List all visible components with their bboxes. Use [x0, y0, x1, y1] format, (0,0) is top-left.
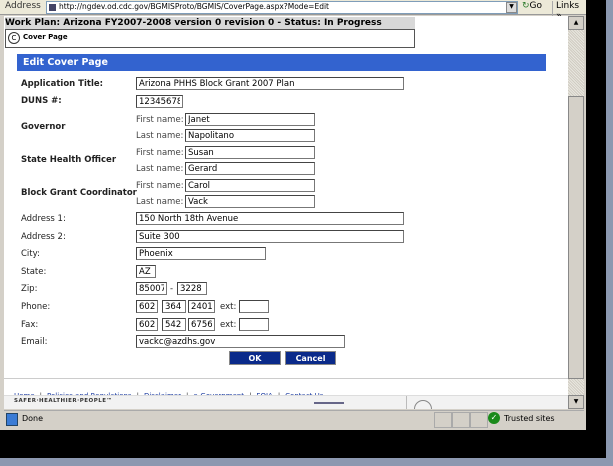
address2-label: Address 2: [21, 232, 66, 242]
city-label: City: [21, 249, 40, 259]
fax-label: Fax: [21, 320, 39, 330]
fax-ext-input[interactable] [239, 318, 269, 331]
fax-area-input[interactable] [136, 318, 158, 331]
last-name-label: Last name: [136, 131, 184, 141]
cover-page-tab[interactable]: C Cover Page [5, 29, 415, 48]
phone-ext-input[interactable] [239, 300, 269, 313]
edit-cover-page-banner: Edit Cover Page [17, 54, 546, 71]
dropdown-arrow-icon[interactable]: ▼ [506, 2, 517, 13]
url-input[interactable]: http://ngdev.od.cdc.gov/BGMISProto/BGMIS… [46, 1, 518, 14]
address1-label: Address 1: [21, 214, 66, 224]
browser-window: Address http://ngdev.od.cdc.gov/BGMISPro… [0, 0, 586, 430]
cancel-button[interactable]: Cancel [285, 351, 336, 365]
status-pane [470, 412, 488, 428]
fax-line-input[interactable] [188, 318, 215, 331]
ext-label: ext: [220, 302, 237, 312]
ok-button[interactable]: OK [229, 351, 281, 365]
app-title-label: Application Title: [21, 79, 104, 89]
divider [406, 396, 407, 409]
workplan-header: Work Plan: Arizona FY2007-2008 version 0… [5, 17, 415, 29]
first-name-label: First name: [136, 181, 184, 191]
phone-area-input[interactable] [136, 300, 158, 313]
first-name-label: First name: [136, 115, 184, 125]
app-title-input[interactable] [136, 77, 404, 90]
sho-last-input[interactable] [185, 162, 315, 175]
phone-prefix-input[interactable] [162, 300, 186, 313]
bgc-last-input[interactable] [185, 195, 315, 208]
bgc-label: Block Grant Coordinator [21, 188, 137, 198]
duns-label: DUNS #: [21, 96, 62, 106]
state-input[interactable] [136, 265, 156, 278]
last-name-label: Last name: [136, 164, 184, 174]
address2-input[interactable] [136, 230, 404, 243]
ie-page-icon [6, 413, 18, 426]
page-icon [49, 4, 56, 11]
address-bar: Address http://ngdev.od.cdc.gov/BGMISPro… [0, 0, 586, 21]
city-input[interactable] [136, 247, 266, 260]
cdc-logo-icon [314, 402, 344, 409]
phone-label: Phone: [21, 302, 51, 312]
url-text: http://ngdev.od.cdc.gov/BGMISProto/BGMIS… [59, 2, 329, 11]
last-name-label: Last name: [136, 197, 184, 207]
go-arrow-icon: ↻ [522, 1, 530, 11]
scroll-down-arrow-icon[interactable]: ▼ [568, 395, 584, 409]
email-label: Email: [21, 337, 48, 347]
go-label: Go [529, 1, 543, 11]
zip-label: Zip: [21, 284, 38, 294]
email-input[interactable] [136, 335, 345, 348]
ext-label: ext: [220, 320, 237, 330]
governor-label: Governor [21, 122, 66, 132]
status-pane [452, 412, 470, 428]
footer-band: SAFER·HEALTHIER·PEOPLE™ [4, 395, 568, 409]
checkmark-icon: ✓ [488, 412, 500, 424]
bgc-first-input[interactable] [185, 179, 315, 192]
copyright-c-icon: C [8, 32, 20, 44]
fax-prefix-input[interactable] [162, 318, 186, 331]
vertical-scrollbar[interactable]: ▲ ▼ [568, 16, 584, 409]
cover-page-label: Cover Page [23, 33, 68, 41]
zip-dash: - [170, 284, 174, 294]
phone-line-input[interactable] [188, 300, 215, 313]
state-label: State: [21, 267, 47, 277]
go-button[interactable]: ↻Go [522, 1, 542, 11]
governor-last-input[interactable] [185, 129, 315, 142]
zone-text: Trusted sites [504, 414, 555, 423]
address-label: Address [5, 1, 41, 11]
zip4-input[interactable] [177, 282, 207, 295]
duns-input[interactable] [136, 95, 183, 108]
status-bar: Done ✓ Trusted sites [4, 410, 584, 428]
governor-first-input[interactable] [185, 113, 315, 126]
sho-label: State Health Officer [21, 155, 117, 165]
page-content: Work Plan: Arizona FY2007-2008 version 0… [4, 16, 568, 409]
status-text: Done [22, 414, 44, 423]
first-name-label: First name: [136, 148, 184, 158]
tagline: SAFER·HEALTHIER·PEOPLE™ [14, 398, 113, 404]
address1-input[interactable] [136, 212, 404, 225]
sho-first-input[interactable] [185, 146, 315, 159]
scroll-thumb[interactable] [568, 96, 584, 379]
divider [4, 378, 568, 379]
status-pane [434, 412, 452, 428]
zip-input[interactable] [136, 282, 167, 295]
hhs-logo-icon [414, 400, 432, 409]
scroll-up-arrow-icon[interactable]: ▲ [568, 16, 584, 30]
